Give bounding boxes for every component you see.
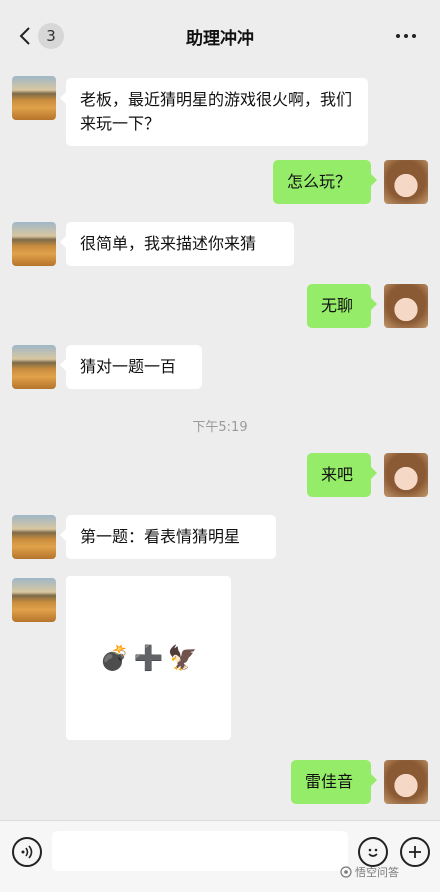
input-bar — [0, 820, 440, 892]
avatar-assistant[interactable] — [12, 578, 56, 622]
emoji-puzzle-card[interactable]: 💣 ➕ 🦅 — [66, 576, 231, 740]
emoji-icon — [368, 848, 378, 857]
timestamp: 下午5:19 — [192, 420, 248, 435]
message-bubble-left[interactable]: 老板，最近猜明星的游戏很火啊，我们来玩一下？ — [60, 78, 368, 146]
avatar-user[interactable] — [384, 160, 428, 204]
avatar-assistant[interactable] — [12, 76, 56, 120]
avatar-user[interactable] — [384, 760, 428, 804]
chat-title: 助理冲冲 — [186, 29, 254, 49]
voice-icon — [21, 845, 33, 859]
avatar-user[interactable] — [384, 284, 428, 328]
plus-button[interactable] — [400, 837, 430, 867]
watermark: 悟空问答 — [340, 864, 399, 880]
message-bubble-left[interactable]: 猜对一题一百 — [60, 345, 202, 389]
avatar-user[interactable] — [384, 453, 428, 497]
bomb-icon: 💣 — [99, 644, 130, 672]
avatar-assistant[interactable] — [12, 515, 56, 559]
watermark-text: 悟空问答 — [355, 866, 399, 879]
message-bubble-left[interactable]: 第一题：看表情猜明星 — [60, 515, 276, 559]
voice-button[interactable] — [12, 837, 42, 867]
message-bubble-left[interactable]: 很简单，我来描述你来猜 — [60, 222, 294, 266]
message-bubble-right[interactable]: 雷佳音 — [291, 760, 377, 804]
more-dots-icon[interactable] — [388, 24, 424, 48]
avatar-assistant[interactable] — [12, 222, 56, 266]
avatar-assistant[interactable] — [12, 345, 56, 389]
message-bubble-right[interactable]: 来吧 — [307, 453, 377, 497]
wukong-logo-icon — [340, 866, 352, 878]
chat-header: 3 助理冲冲 — [0, 0, 440, 70]
message-bubble-right[interactable]: 无聊 — [307, 284, 377, 328]
message-input[interactable] — [52, 831, 348, 871]
emoji-button[interactable] — [358, 837, 388, 867]
plus-icon — [409, 846, 421, 858]
plus-sign-icon: ➕ — [133, 644, 164, 672]
message-bubble-right[interactable]: 怎么玩？ — [273, 160, 377, 204]
eagle-icon: 🦅 — [167, 644, 198, 672]
